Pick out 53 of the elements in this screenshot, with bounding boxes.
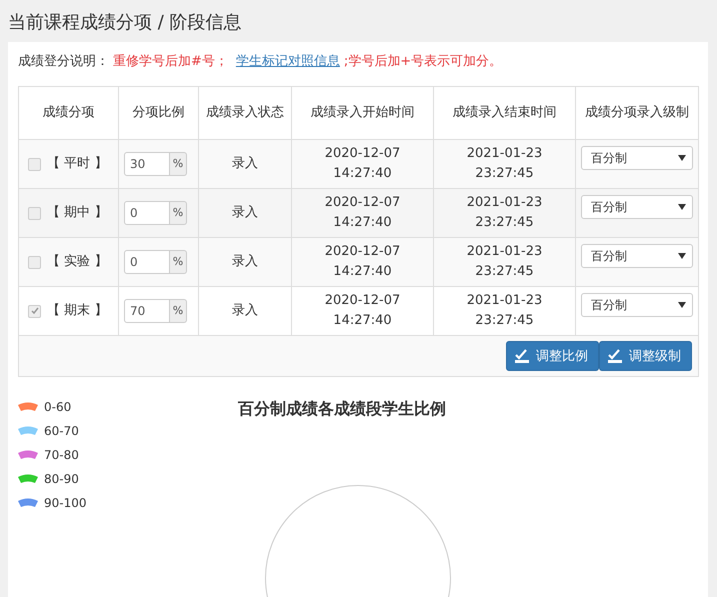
caret-icon	[678, 253, 686, 259]
ratio-input[interactable]: 70	[124, 299, 170, 323]
edit-check-icon	[607, 349, 623, 363]
end-time: 2021-01-23 23:27:45	[466, 244, 542, 279]
student-mark-link[interactable]: 学生标记对照信息	[236, 52, 340, 70]
ratio-input[interactable]: 0	[124, 250, 170, 274]
legend-label[interactable]: 80-90	[44, 472, 79, 486]
status-text: 录入	[232, 205, 258, 220]
end-time: 2021-01-23 23:27:45	[466, 293, 542, 328]
notice-label: 成绩登分说明：	[18, 53, 109, 70]
item-name: 【 期中 】	[47, 204, 108, 222]
percent-addon: %	[170, 201, 187, 225]
adjust-button[interactable]: 调整级制	[599, 341, 692, 371]
column-header: 成绩分项	[18, 86, 118, 140]
row-checkbox[interactable]	[28, 304, 41, 318]
page-title: 当前课程成绩分项 / 阶段信息	[7, 11, 243, 35]
row-checkbox[interactable]	[28, 158, 41, 170]
adjust-button[interactable]: 调整比例	[506, 341, 599, 371]
start-time: 2020-12-07 14:27:40	[324, 195, 400, 230]
legend-label[interactable]: 60-70	[44, 424, 79, 438]
start-time: 2020-12-07 14:27:40	[324, 293, 400, 328]
end-time: 2021-01-23 23:27:45	[466, 146, 542, 181]
edit-check-icon	[514, 349, 530, 363]
legend-label[interactable]: 0-60	[44, 400, 72, 414]
status-text: 录入	[232, 303, 258, 318]
row-checkbox[interactable]	[28, 256, 41, 268]
ratio-input[interactable]: 0	[124, 201, 170, 225]
legend-label[interactable]: 90-100	[44, 496, 87, 510]
notice-text: ;学号后加+号表示可加分。	[344, 53, 502, 70]
caret-icon	[678, 155, 686, 161]
item-name: 【 期末 】	[47, 302, 108, 320]
percent-addon: %	[170, 250, 187, 274]
item-name: 【 实验 】	[47, 253, 108, 271]
caret-icon	[678, 302, 686, 308]
status-text: 录入	[232, 254, 258, 269]
item-name: 【 平时 】	[47, 155, 108, 173]
end-time: 2021-01-23 23:27:45	[466, 195, 542, 230]
check-mark-icon	[30, 307, 38, 315]
percent-addon: %	[170, 299, 187, 323]
start-time: 2020-12-07 14:27:40	[324, 146, 400, 181]
grade-select[interactable]: 百分制	[581, 146, 693, 170]
start-time: 2020-12-07 14:27:40	[324, 244, 400, 279]
grade-select[interactable]: 百分制	[581, 195, 693, 219]
caret-icon	[678, 204, 686, 210]
status-text: 录入	[232, 156, 258, 171]
chart-title: 百分制成绩各成绩段学生比例	[238, 399, 446, 420]
grade-select[interactable]: 百分制	[581, 293, 693, 317]
ratio-input[interactable]: 30	[124, 152, 170, 176]
legend-label[interactable]: 70-80	[44, 448, 79, 462]
row-checkbox[interactable]	[28, 206, 41, 220]
grade-select[interactable]: 百分制	[581, 244, 693, 268]
percent-addon: %	[170, 152, 187, 176]
notice-rule: 重修学号后加#号；	[113, 53, 228, 70]
